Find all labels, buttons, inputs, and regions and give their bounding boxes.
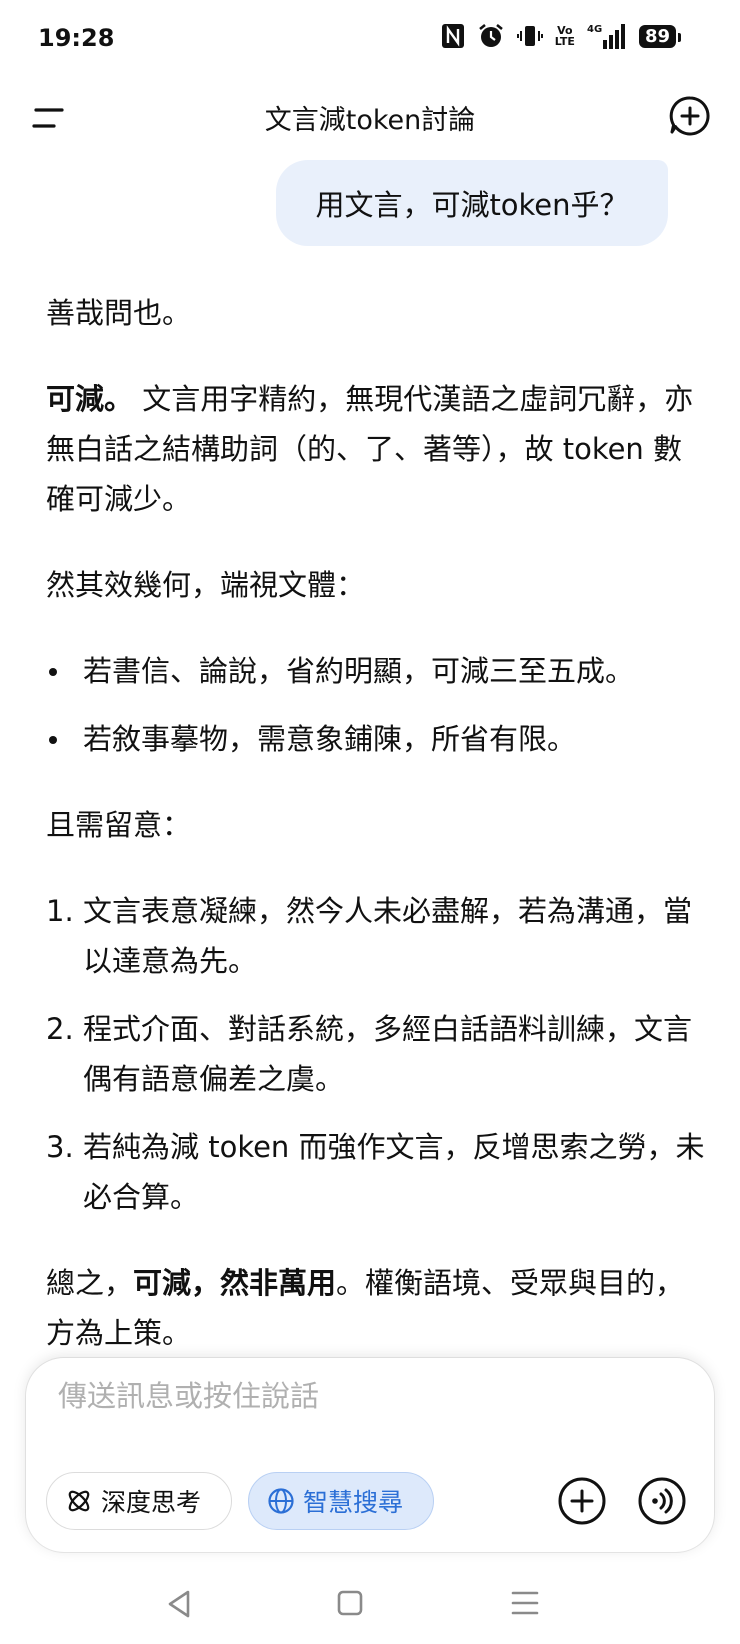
answer-bold: 可減。 <box>46 382 134 416</box>
answer-bold: 可減，然非萬用 <box>133 1266 337 1300</box>
recents-button[interactable] <box>505 1586 545 1622</box>
top-bar: 文言減token討論 <box>0 84 740 168</box>
svg-text:4G: 4G <box>587 24 602 35</box>
globe-icon <box>268 1488 294 1514</box>
list-item-text: 若純為減 token 而強作文言，反增思索之勞，未必合算。 <box>83 1130 705 1214</box>
signal-4g-icon: 4G <box>587 22 627 50</box>
new-chat-button[interactable] <box>668 94 712 138</box>
vibrate-icon <box>516 23 543 49</box>
voice-wave-icon <box>638 1477 686 1525</box>
user-message-bubble[interactable]: 用文言，可減token乎？ <box>276 160 668 246</box>
answer-paragraph: 然其效幾何，端視文體： <box>46 568 366 602</box>
message-input[interactable] <box>56 1378 680 1414</box>
answer-paragraph: 善哉問也。 <box>46 296 192 330</box>
system-nav-bar <box>0 1570 740 1644</box>
list-item: 3. 若純為減 token 而強作文言，反增思索之勞，未必合算。 <box>46 1122 706 1222</box>
message-composer: 深度思考 智慧搜尋 <box>26 1358 714 1552</box>
new-chat-icon <box>669 96 710 136</box>
answer-paragraph: 總之，可減，然非萬用。權衡語境、受眾與目的，方為上策。 <box>46 1266 685 1350</box>
answer-paragraph: 且需留意： <box>46 808 192 842</box>
list-item: 若書信、論說，省約明顯，可減三至五成。 <box>46 646 706 696</box>
home-button[interactable] <box>330 1586 370 1622</box>
list-number: 2. <box>46 1012 74 1046</box>
back-button[interactable] <box>160 1586 200 1622</box>
list-item-text: 程式介面、對話系統，多經白話語料訓練，文言偶有語意偏差之虞。 <box>83 1012 693 1096</box>
plus-circle-icon <box>558 1477 606 1525</box>
battery-icon: 89 <box>638 24 682 48</box>
home-icon <box>337 1590 363 1616</box>
smart-search-toggle[interactable]: 智慧搜尋 <box>248 1472 434 1530</box>
add-attachment-button[interactable] <box>556 1475 608 1527</box>
volte-icon: Vo LTE <box>554 24 575 48</box>
status-bar: 19:28 Vo LTE 4G 89 <box>0 0 740 84</box>
assistant-answer: 善哉問也。 可減。 文言用字精約，無現代漢語之虛詞冗辭，亦無白話之結構助詞（的、… <box>46 288 706 1358</box>
list-number: 3. <box>46 1130 74 1164</box>
deep-think-toggle[interactable]: 深度思考 <box>46 1472 232 1530</box>
recents-icon <box>511 1591 539 1615</box>
back-icon <box>168 1590 190 1618</box>
list-item: 1. 文言表意凝練，然今人未必盡解，若為溝通，當以達意為先。 <box>46 886 706 986</box>
nfc-icon <box>441 23 465 49</box>
atom-icon <box>68 1490 90 1512</box>
list-number: 1. <box>46 894 74 928</box>
deep-think-label: 深度思考 <box>101 1488 202 1517</box>
chat-title[interactable]: 文言減token討論 <box>0 98 740 137</box>
user-message-text: 用文言，可減token乎？ <box>315 188 629 222</box>
list-item: 若敘事摹物，需意象鋪陳，所省有限。 <box>46 714 706 764</box>
numbered-list: 1. 文言表意凝練，然今人未必盡解，若為溝通，當以達意為先。 2. 程式介面、對… <box>46 886 706 1222</box>
list-item: 2. 程式介面、對話系統，多經白話語料訓練，文言偶有語意偏差之虞。 <box>46 1004 706 1104</box>
status-icons: Vo LTE 4G 89 <box>441 22 682 50</box>
status-time: 19:28 <box>38 24 115 52</box>
list-item-text: 文言表意凝練，然今人未必盡解，若為溝通，當以達意為先。 <box>83 894 693 978</box>
smart-search-label: 智慧搜尋 <box>303 1488 404 1517</box>
alarm-icon <box>477 22 505 50</box>
voice-call-button[interactable] <box>636 1475 688 1527</box>
bullet-list: 若書信、論說，省約明顯，可減三至五成。 若敘事摹物，需意象鋪陳，所省有限。 <box>46 646 706 764</box>
answer-paragraph: 可減。 文言用字精約，無現代漢語之虛詞冗辭，亦無白話之結構助詞（的、了、著等），… <box>46 382 694 516</box>
